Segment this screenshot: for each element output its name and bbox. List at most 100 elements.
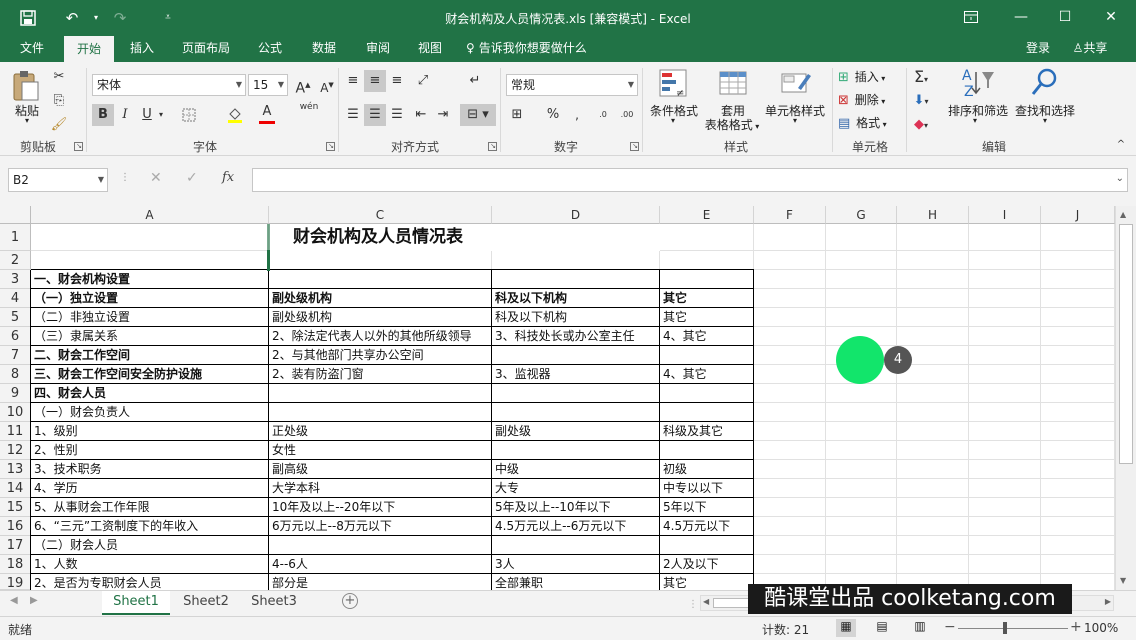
cell-e-2[interactable] (660, 251, 754, 270)
decrease-decimal-icon[interactable]: .00 (616, 104, 638, 126)
cell-c-19[interactable]: 部分是 (269, 574, 492, 590)
scroll-right-icon[interactable]: ▶ (1105, 597, 1111, 606)
next-sheet-icon[interactable]: ▶ (30, 595, 38, 606)
row-header[interactable]: 15 (0, 498, 31, 517)
italic-button[interactable]: I (114, 104, 136, 126)
scroll-down-icon[interactable]: ▼ (1120, 576, 1126, 585)
chevron-down-icon[interactable]: ▾ (666, 116, 680, 125)
row-header[interactable]: 14 (0, 479, 31, 498)
zoom-slider-handle[interactable] (1003, 622, 1007, 634)
align-middle-icon[interactable]: ≡ (364, 70, 386, 92)
orientation-icon[interactable]: ⤢ (412, 70, 434, 92)
cell-c-16[interactable]: 6万元以上--8万元以下 (269, 517, 492, 536)
number-launcher-icon[interactable]: ↘ (630, 142, 639, 151)
comma-style-icon[interactable]: , (566, 104, 588, 126)
cell-d-3[interactable] (492, 270, 660, 289)
cut-icon[interactable]: ✂ (48, 66, 70, 88)
row-header[interactable]: 18 (0, 555, 31, 574)
cell-e-13[interactable]: 初级 (660, 460, 754, 479)
cell-a-6[interactable]: （三）隶属关系 (31, 327, 269, 346)
column-header[interactable]: J (1041, 206, 1115, 224)
tab-file[interactable]: 文件 (8, 36, 56, 62)
cell-a-3[interactable]: 一、财会机构设置 (31, 270, 269, 289)
tab-page-layout[interactable]: 页面布局 (172, 36, 240, 62)
page-break-view-icon[interactable]: ▥ (910, 619, 930, 637)
delete-cells-button[interactable]: ⊠ 删除 ▾ (838, 91, 902, 111)
scroll-up-icon[interactable]: ▲ (1120, 210, 1126, 219)
cell-a-18[interactable]: 1、人数 (31, 555, 269, 574)
column-header[interactable]: D (492, 206, 660, 224)
sheet-tab-2[interactable]: Sheet2 (172, 591, 240, 615)
column-header[interactable]: I (969, 206, 1041, 224)
select-all-corner[interactable] (0, 206, 31, 224)
cell-c-10[interactable] (269, 403, 492, 422)
row-header[interactable]: 13 (0, 460, 31, 479)
cell-a-12[interactable]: 2、性别 (31, 441, 269, 460)
cell-c-15[interactable]: 10年及以上--20年以下 (269, 498, 492, 517)
cell-a-14[interactable]: 4、学历 (31, 479, 269, 498)
clear-icon[interactable]: ◆▾ (910, 114, 932, 136)
cell-d-14[interactable]: 大专 (492, 479, 660, 498)
cell-c-8[interactable]: 2、装有防盗门窗 (269, 365, 492, 384)
fill-color-icon[interactable] (224, 104, 246, 126)
cell-d-15[interactable]: 5年及以上--10年以下 (492, 498, 660, 517)
row-header[interactable]: 4 (0, 289, 31, 308)
autosum-icon[interactable]: Σ▾ (910, 66, 932, 88)
align-right-icon[interactable]: ☰ (386, 104, 408, 126)
cell-a-4[interactable]: （一）独立设置 (31, 289, 269, 308)
find-select-icon[interactable] (1030, 66, 1060, 100)
cell-e-7[interactable] (660, 346, 754, 365)
tab-view[interactable]: 视图 (408, 36, 452, 62)
tab-formulas[interactable]: 公式 (248, 36, 292, 62)
scroll-left-icon[interactable]: ◀ (703, 597, 709, 606)
row-header[interactable]: 6 (0, 327, 31, 346)
cancel-icon[interactable]: ✕ (150, 170, 162, 186)
font-color-icon[interactable]: A (256, 104, 278, 126)
prev-sheet-icon[interactable]: ◀ (10, 595, 18, 606)
row-header[interactable]: 3 (0, 270, 31, 289)
column-header[interactable]: F (754, 206, 826, 224)
row-header[interactable]: 9 (0, 384, 31, 403)
cell-c-7[interactable]: 2、与其他部门共享办公空间 (269, 346, 492, 365)
insert-function-icon[interactable]: fx (222, 170, 234, 185)
share-button[interactable]: ♙共享 (1062, 36, 1118, 62)
row-header[interactable]: 17 (0, 536, 31, 555)
cell-d-12[interactable] (492, 441, 660, 460)
cell-d-8[interactable]: 3、监视器 (492, 365, 660, 384)
wrap-text-icon[interactable]: ↵ (464, 70, 486, 92)
cell-e-15[interactable]: 5年以下 (660, 498, 754, 517)
cell-e-5[interactable]: 其它 (660, 308, 754, 327)
cell-c-4[interactable]: 副处级机构 (269, 289, 492, 308)
cell-a-9[interactable]: 四、财会人员 (31, 384, 269, 403)
cell-c-18[interactable]: 4--6人 (269, 555, 492, 574)
underline-button[interactable]: U (136, 104, 158, 126)
decrease-font-icon[interactable]: A▼ (316, 74, 338, 96)
column-header[interactable]: E (660, 206, 754, 224)
font-launcher-icon[interactable]: ↘ (326, 142, 335, 151)
cell-e-8[interactable]: 4、其它 (660, 365, 754, 384)
merge-center-icon[interactable]: ⊟ ▾ (460, 104, 496, 126)
insert-cells-button[interactable]: ⊞ 插入 ▾ (838, 68, 902, 88)
cell-d-6[interactable]: 3、科技处长或办公室主任 (492, 327, 660, 346)
copy-icon[interactable]: ⎘ (48, 90, 70, 112)
zoom-level[interactable]: 100% (1084, 621, 1118, 635)
cell-a-5[interactable]: （二）非独立设置 (31, 308, 269, 327)
border-icon[interactable] (178, 104, 200, 126)
cell-c-12[interactable]: 女性 (269, 441, 492, 460)
sheet-tab-1[interactable]: Sheet1 (102, 591, 170, 615)
formula-input[interactable]: ⌄ (252, 168, 1128, 192)
align-left-icon[interactable]: ☰ (342, 104, 364, 126)
cell-d-16[interactable]: 4.5万元以上--6万元以下 (492, 517, 660, 536)
cell-c-5[interactable]: 副处级机构 (269, 308, 492, 327)
tab-review[interactable]: 审阅 (356, 36, 400, 62)
cell-d-11[interactable]: 副处级 (492, 422, 660, 441)
chevron-down-icon[interactable]: ▾ (1038, 116, 1052, 125)
cell-e-17[interactable] (660, 536, 754, 555)
chevron-down-icon[interactable]: ▾ (788, 116, 802, 125)
cell-d-7[interactable] (492, 346, 660, 365)
column-header[interactable]: A (31, 206, 269, 224)
cell-a-11[interactable]: 1、级别 (31, 422, 269, 441)
cell-a-15[interactable]: 5、从事财会工作年限 (31, 498, 269, 517)
h-scroll-thumb[interactable] (713, 598, 753, 608)
accounting-format-icon[interactable]: ⊞ (506, 104, 528, 126)
